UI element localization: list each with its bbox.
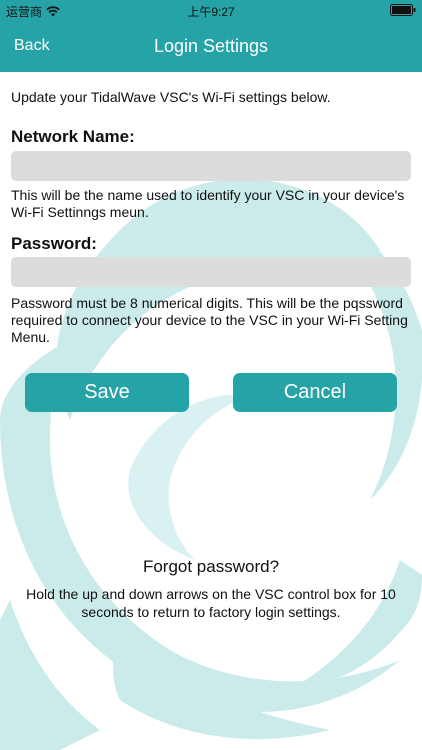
network-name-label: Network Name: bbox=[11, 127, 135, 146]
save-button[interactable]: Save bbox=[25, 373, 189, 412]
network-name-input[interactable] bbox=[11, 151, 411, 181]
navigation-bar: 运营商 上午9:27 Back Login Settings bbox=[0, 0, 422, 72]
cancel-button[interactable]: Cancel bbox=[233, 373, 397, 412]
page-title: Login Settings bbox=[153, 36, 269, 56]
intro-text: Update your TidalWave VSC's Wi-Fi settin… bbox=[11, 89, 331, 105]
forgot-password-instructions: Hold the up and down arrows on the VSC c… bbox=[26, 586, 396, 620]
status-time: 上午9:27 bbox=[187, 5, 235, 19]
settings-form: Update your TidalWave VSC's Wi-Fi settin… bbox=[0, 72, 422, 750]
battery-icon bbox=[390, 4, 416, 16]
password-label: Password: bbox=[11, 234, 97, 253]
login-settings-screen: 运营商 上午9:27 Back Login Settings Update yo… bbox=[0, 0, 422, 750]
password-help: Password must be 8 numerical digits. Thi… bbox=[11, 295, 408, 345]
forgot-password-heading: Forgot password? bbox=[142, 557, 280, 576]
status-bar: 运营商 上午9:27 bbox=[0, 0, 422, 22]
network-name-help: This will be the name used to identify y… bbox=[11, 187, 405, 220]
password-input[interactable] bbox=[11, 257, 411, 287]
